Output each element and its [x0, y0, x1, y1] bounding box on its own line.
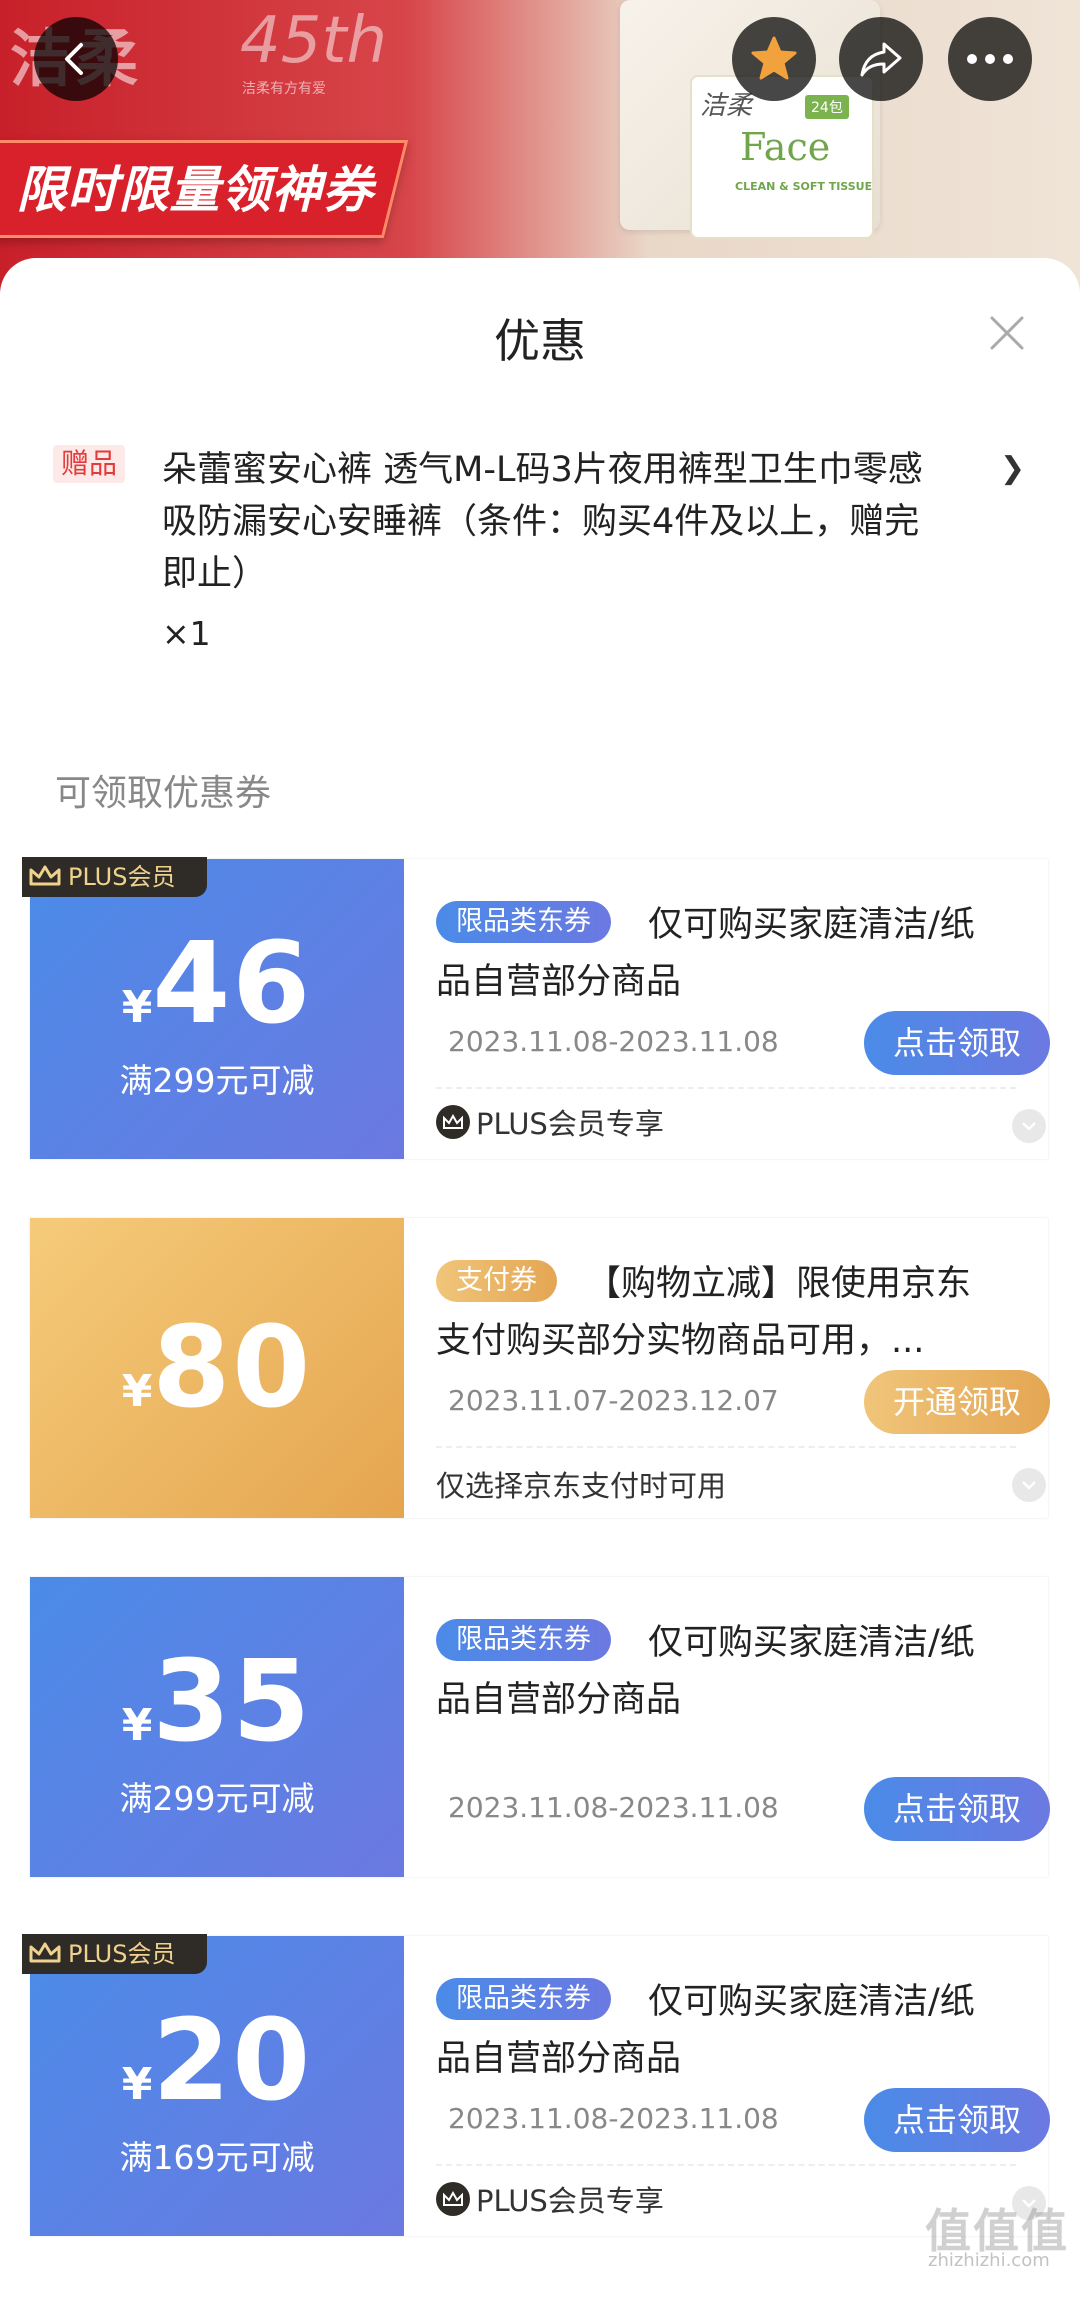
promo-text: 限时限量领神券 [16, 161, 374, 219]
more-icon [967, 54, 1013, 64]
share-button[interactable] [839, 17, 923, 101]
coupon-description: 【购物立减】限使用京东支付购买部分实物商品可用，... [436, 1264, 972, 1361]
coupon-date: 2023.11.08-2023.11.08 [448, 1791, 779, 1824]
plus-badge-label: PLUS会员 [68, 1940, 176, 1968]
coupon-card: PLUS会员 ¥20 满169元可减 限品类东券 仅可购买家庭清洁/纸品自营部分… [22, 1934, 1050, 2236]
coupon-date: 2023.11.08-2023.11.08 [448, 2102, 779, 2135]
product-badge: 24包 [805, 95, 849, 119]
chevron-down-icon[interactable] [1012, 1109, 1046, 1143]
close-icon[interactable] [984, 310, 1030, 356]
coupon-footer: PLUS会员专享 [436, 1101, 664, 1143]
coupon-details: 限品类东券 仅可购买家庭清洁/纸品自营部分商品 2023.11.08-2023.… [404, 859, 1050, 1159]
coupon-footer: PLUS会员专享 [436, 2178, 664, 2220]
coupon-value-panel: ¥80 [30, 1218, 404, 1518]
claim-button[interactable]: 点击领取 [864, 1777, 1050, 1841]
plus-member-badge: PLUS会员 [22, 857, 207, 897]
chevron-down-icon[interactable] [1012, 1468, 1046, 1502]
coupon-description: 仅可购买家庭清洁/纸品自营部分商品 [436, 1982, 975, 2079]
claim-button[interactable]: 点击领取 [864, 1011, 1050, 1075]
coupon-value-panel: ¥46 满299元可减 [30, 859, 404, 1159]
product-name: Face [740, 125, 831, 169]
share-icon [860, 42, 902, 77]
divider [436, 1087, 1016, 1089]
chevron-right-icon[interactable]: ❯ [1000, 451, 1025, 486]
crown-icon [436, 2182, 470, 2216]
coupon-description: 仅可购买家庭清洁/纸品自营部分商品 [436, 1623, 975, 1720]
coupon-card: ¥80 支付券 【购物立减】限使用京东支付购买部分实物商品可用，... 2023… [30, 1218, 1050, 1518]
divider [436, 1446, 1016, 1448]
divider [436, 2164, 1016, 2166]
crown-icon [436, 1105, 470, 1139]
more-button[interactable] [948, 17, 1032, 101]
crown-icon [29, 1942, 61, 1963]
coupon-amount: ¥80 [121, 1303, 313, 1433]
coupon-details: 限品类东券 仅可购买家庭清洁/纸品自营部分商品 2023.11.08-2023.… [404, 1936, 1050, 2236]
coupon-card: ¥35 满299元可减 限品类东券 仅可购买家庭清洁/纸品自营部分商品 2023… [30, 1577, 1050, 1877]
product-brand: 洁柔 [700, 91, 753, 121]
crown-icon [29, 865, 61, 886]
back-icon [65, 43, 83, 75]
banner-anniversary: 45th [240, 4, 388, 78]
activate-claim-button[interactable]: 开通领取 [864, 1370, 1050, 1434]
coupon-date: 2023.11.07-2023.12.07 [448, 1384, 779, 1417]
product-label: CLEAN & SOFT TISSUE [735, 180, 873, 193]
gift-tag: 赠品 [53, 445, 126, 483]
offers-sheet: 优惠 赠品 朵蕾蜜安心裤 透气M-L码3片夜用裤型卫生巾零感吸防漏安心安睡裤（条… [0, 258, 1080, 2298]
gift-quantity: ×1 [162, 614, 211, 653]
back-button[interactable] [34, 17, 118, 101]
claim-button[interactable]: 点击领取 [864, 2088, 1050, 2152]
plus-badge-label: PLUS会员 [68, 863, 176, 891]
coupon-details: 支付券 【购物立减】限使用京东支付购买部分实物商品可用，... 2023.11.… [404, 1218, 1050, 1518]
coupon-amount: ¥46 [121, 919, 313, 1049]
coupon-footer: 仅选择京东支付时可用 [436, 1469, 727, 1503]
gift-description[interactable]: 朵蕾蜜安心裤 透气M-L码3片夜用裤型卫生巾零感吸防漏安心安睡裤（条件：购买4件… [162, 444, 942, 600]
coupon-card: PLUS会员 ¥46 满299元可减 限品类东券 仅可购买家庭清洁/纸品自营部分… [22, 857, 1050, 1159]
coupon-description: 仅可购买家庭清洁/纸品自营部分商品 [436, 905, 975, 1002]
coupon-date: 2023.11.08-2023.11.08 [448, 1025, 779, 1058]
coupon-value-panel: ¥35 满299元可减 [30, 1577, 404, 1877]
favorite-button[interactable] [732, 17, 816, 101]
banner-anniversary-sub: 洁柔有方有爱 [242, 81, 326, 97]
coupon-details: 限品类东券 仅可购买家庭清洁/纸品自营部分商品 2023.11.08-2023.… [404, 1577, 1050, 1877]
coupon-value-panel: ¥20 满169元可减 [30, 1936, 404, 2236]
watermark-url: zhizhizhi.com [928, 2250, 1050, 2271]
sheet-title: 优惠 [494, 314, 586, 368]
coupon-amount: ¥20 [121, 1996, 313, 2126]
coupons-section-title: 可领取优惠券 [55, 773, 272, 814]
coupon-threshold: 满299元可减 [119, 1779, 315, 1818]
plus-member-badge: PLUS会员 [22, 1934, 207, 1974]
coupon-threshold: 满169元可减 [119, 2138, 315, 2177]
coupon-amount: ¥35 [121, 1637, 313, 1767]
coupon-threshold: 满299元可减 [119, 1061, 315, 1100]
star-icon [751, 36, 797, 80]
